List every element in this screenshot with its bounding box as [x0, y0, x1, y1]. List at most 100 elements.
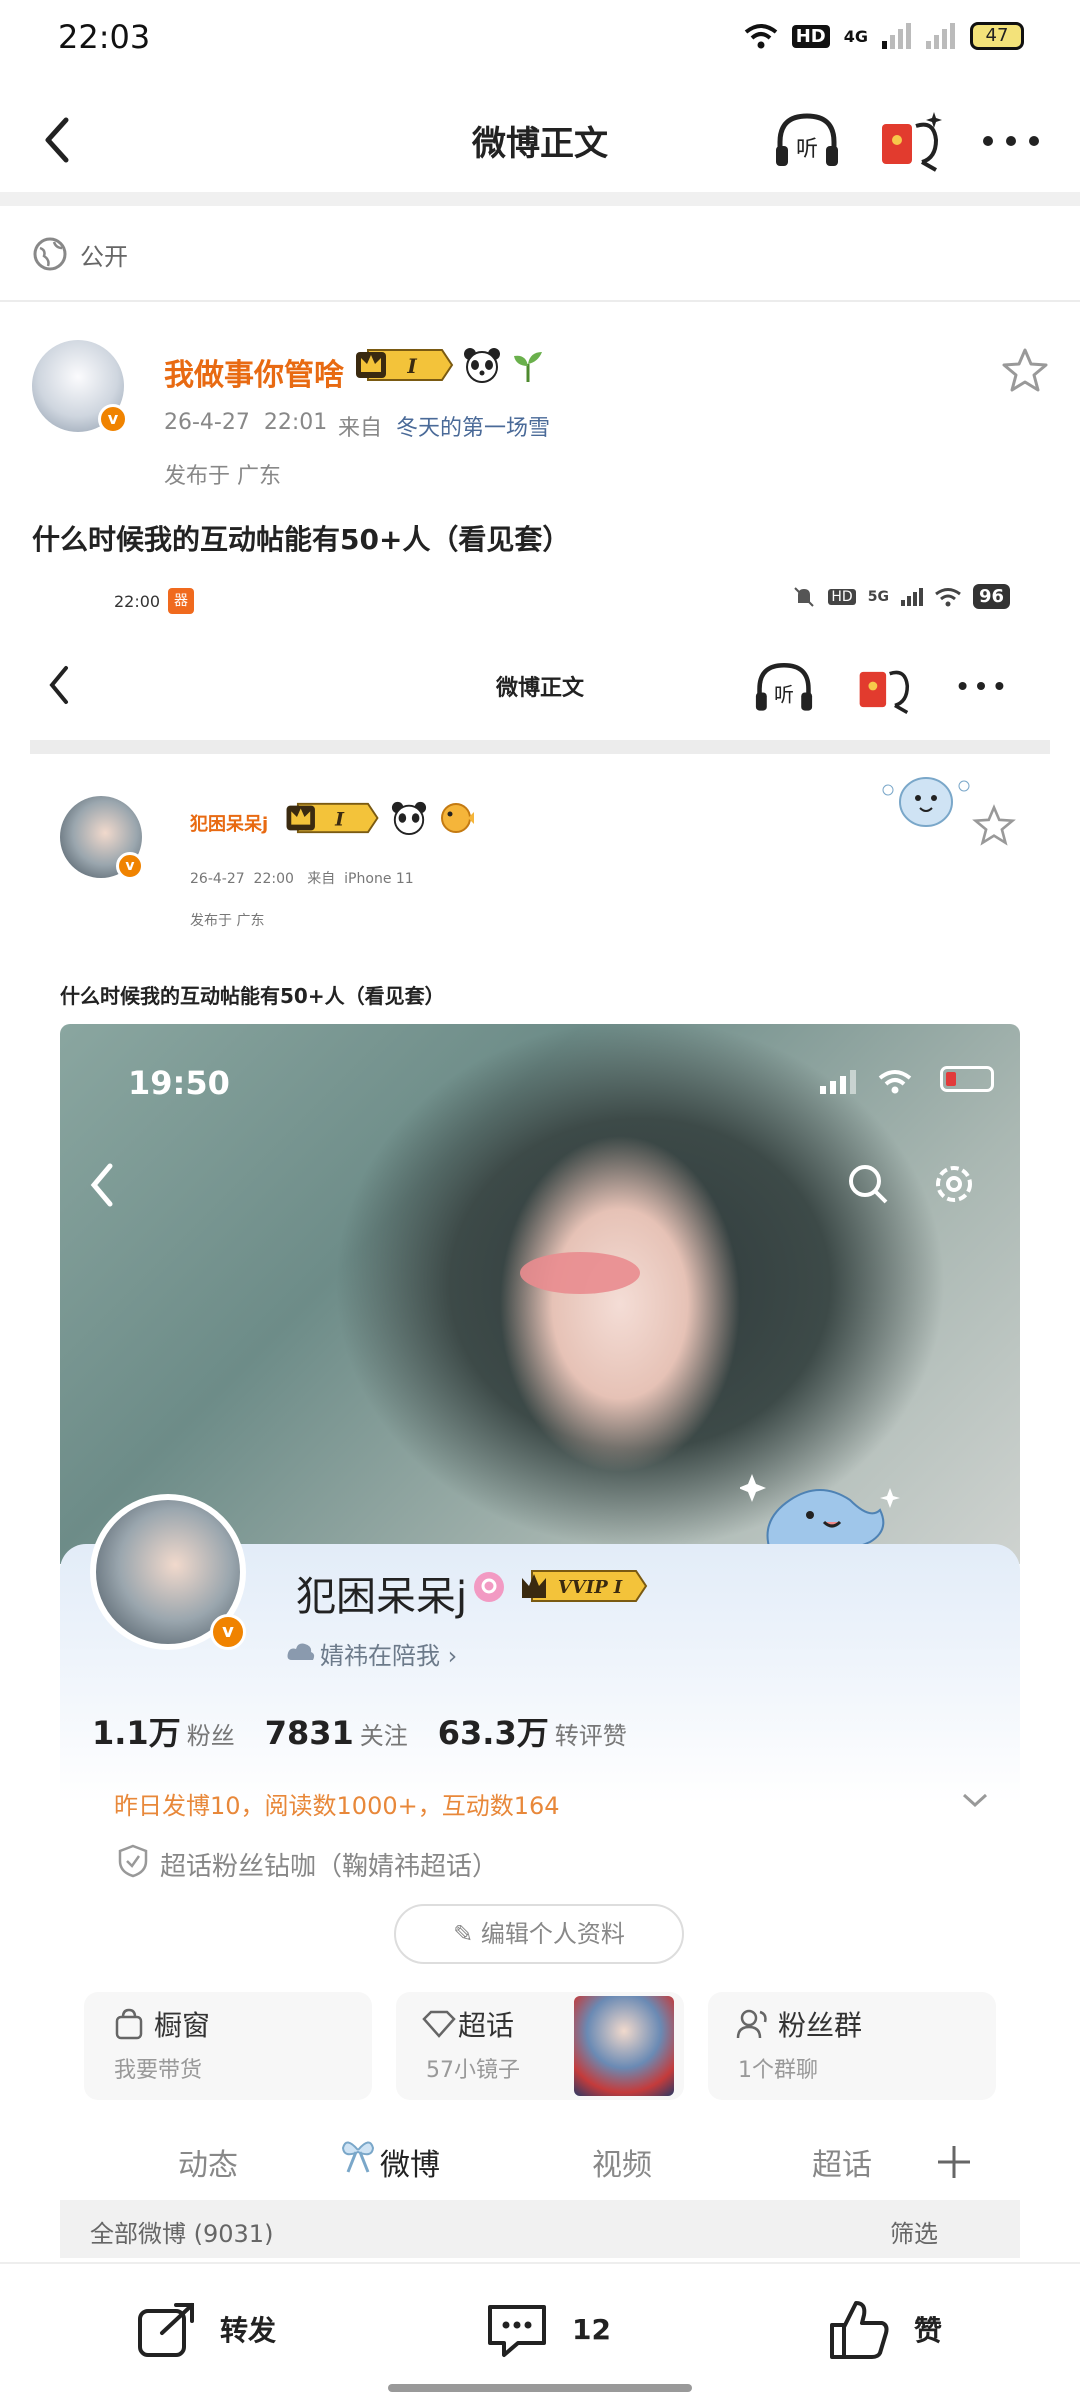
embedded-post-text: 什么时候我的互动帖能有50+人（看见套）	[60, 984, 445, 1008]
profile-verified-icon: v	[210, 1614, 246, 1650]
post-from-label: 来自	[338, 416, 383, 441]
notification-icon: 器	[168, 588, 194, 614]
svg-text:听: 听	[796, 137, 818, 162]
expand-chevron-icon	[962, 1793, 988, 1808]
status-icons: HD 4G 47	[744, 22, 1024, 50]
shield-icon	[118, 1844, 148, 1878]
embedded-post-meta: 26-4-27 22:00 来自 iPhone 11	[190, 871, 414, 887]
globe-icon	[33, 237, 67, 271]
svg-text:VVIPI: VVIP I	[558, 1577, 623, 1598]
comment-button[interactable]: 12	[484, 2294, 611, 2364]
cover-detail	[520, 1252, 640, 1294]
profile-gender-icon	[474, 1572, 504, 1602]
verified-badge-icon: v	[98, 404, 128, 434]
like-button[interactable]: 赞	[826, 2294, 942, 2364]
tab-activity: 动态	[178, 2148, 238, 2183]
home-indicator[interactable]	[388, 2384, 692, 2392]
listen-icon[interactable]: 听	[770, 108, 844, 172]
thumbs-up-icon	[830, 2301, 889, 2359]
embedded-verified-icon: v	[116, 852, 144, 880]
comment-icon	[488, 2305, 546, 2357]
tile-super-topic: 超话 57小镜子	[396, 1992, 684, 2100]
repost-label: 转发	[220, 2314, 277, 2347]
status-bar: 22:03 HD 4G 47	[0, 0, 1080, 80]
embedded-star-icon	[972, 804, 1016, 846]
group-icon	[736, 2009, 767, 2039]
visibility-label: 公开	[80, 242, 128, 271]
embedded-more-icon	[958, 682, 1004, 690]
mute-icon	[794, 586, 815, 607]
section-divider	[0, 192, 1080, 206]
bow-icon	[341, 2141, 375, 2173]
signal-icon-embedded	[900, 587, 923, 606]
all-weibo-row: 全部微博 (9031) 筛选	[60, 2200, 1020, 2258]
stat-engagement: 63.3万 转评赞	[437, 1714, 627, 1752]
signal-icon	[882, 23, 911, 49]
tab-super-topic: 超话	[812, 2148, 872, 2183]
wifi-icon	[744, 24, 777, 49]
profile-signal-icon	[820, 1070, 856, 1094]
post-text: 什么时候我的互动帖能有50+人（看见套）	[32, 523, 571, 556]
more-icon[interactable]	[976, 116, 1046, 166]
post-time: 26-4-27 22:01	[164, 410, 328, 435]
panda-icon	[464, 348, 500, 383]
status-time: 22:03	[58, 18, 151, 56]
stat-followers: 1.1万 粉丝	[92, 1714, 235, 1752]
embedded-status-time: 22:00	[114, 592, 161, 611]
divider	[0, 300, 1080, 302]
bottom-action-bar: 转发 12 赞	[0, 2262, 1080, 2400]
embedded-author-name: 犯困呆呆j	[190, 814, 269, 835]
embedded-author-avatar: v	[60, 796, 144, 880]
profile-battery-icon	[940, 1066, 994, 1092]
all-weibo-label: 全部微博 (9031)	[90, 2220, 274, 2248]
embedded-screenshot[interactable]: 22:00 器 HD 5G 96 微博正文 听 v 犯困呆呆j I 26-4-2…	[30, 568, 1050, 2258]
sprout-icon	[514, 352, 542, 382]
filter-label: 筛选	[890, 2220, 938, 2248]
author-name[interactable]: 我做事你管啥	[164, 350, 344, 394]
profile-screenshot: 19:50 v 犯困呆呆j VVIP I 婧祎在陪我 › 1.1万 粉丝 783…	[60, 1024, 1020, 2258]
embedded-status-icons: HD 5G 96	[792, 584, 1010, 609]
author-avatar[interactable]: v	[32, 340, 128, 434]
embedded-divider	[30, 740, 1050, 754]
network-type: 4G	[843, 26, 868, 46]
favorite-star-icon[interactable]	[1000, 346, 1050, 396]
profile-daily-summary: 昨日发博10，阅读数1000+，互动数164	[114, 1792, 560, 1820]
post-location: 发布于 广东	[164, 464, 281, 489]
wifi-icon-embedded	[935, 587, 961, 606]
profile-stats: 1.1万 粉丝 7831 关注 63.3万 转评赞	[92, 1708, 627, 1754]
vvip-badge-icon: VVIP I	[522, 1570, 648, 1602]
profile-avatar: v	[90, 1494, 246, 1650]
tile-fan-group: 粉丝群 1个群聊	[708, 1992, 996, 2100]
repost-button[interactable]: 转发	[136, 2294, 276, 2364]
signal-2-icon	[926, 23, 955, 49]
add-tab-icon	[938, 2146, 970, 2178]
profile-back-icon	[90, 1163, 113, 1207]
post-source[interactable]: 冬天的第一场雪	[396, 410, 550, 442]
profile-name: 犯困呆呆j	[296, 1574, 468, 1620]
embedded-listen-icon: 听	[755, 662, 813, 711]
hd-icon: HD	[791, 24, 830, 48]
comment-count: 12	[572, 2312, 611, 2346]
bag-icon	[115, 2008, 143, 2040]
battery-indicator: 47	[970, 22, 1024, 50]
embedded-member-level: I	[334, 809, 345, 831]
profile-status-time: 19:50	[128, 1064, 230, 1102]
profile-tabs: 动态 微博 视频 超话	[60, 2132, 1020, 2196]
sticker-whale-icon	[882, 777, 970, 827]
vvip-level: I	[613, 1577, 623, 1598]
embedded-top-bar: 微博正文 听	[30, 648, 1050, 728]
profile-super-topic: 超话粉丝钻咖（鞠婧祎超话）	[160, 1852, 499, 1882]
profile-companion-text: 婧祎在陪我 ›	[320, 1642, 458, 1670]
member-badge[interactable]: I	[354, 346, 454, 384]
embedded-post-location: 发布于 广东	[190, 913, 265, 929]
embedded-crown-icon: I	[286, 802, 379, 834]
profile-search-icon	[849, 1165, 888, 1204]
profile-wifi-icon	[878, 1070, 912, 1094]
vvip-text: VVIP	[558, 1577, 608, 1598]
hd-label: HD	[828, 588, 856, 605]
tab-weibo: 微博	[380, 2148, 440, 2183]
repost-icon	[138, 2303, 194, 2357]
red-packet-icon[interactable]	[878, 106, 948, 174]
super-topic-thumbnail	[574, 1996, 674, 2096]
pufferfish-icon	[441, 803, 474, 833]
